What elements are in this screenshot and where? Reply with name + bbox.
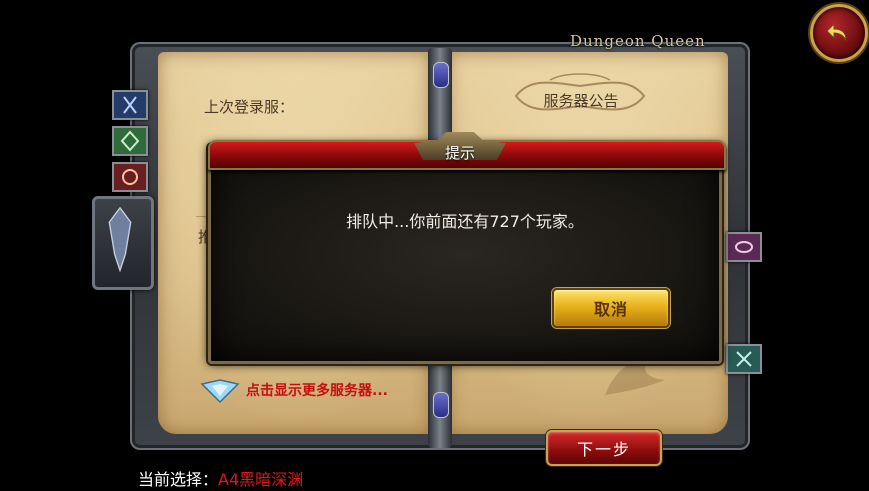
current-selection-label: 当前选择： <box>138 470 219 489</box>
wing-gem-icon <box>200 379 240 404</box>
dialog-title: 提示 <box>444 144 475 162</box>
current-selection-value: A4黑暗深渊 <box>218 470 304 489</box>
bookmark-tab-4[interactable] <box>726 232 762 262</box>
cancel-button[interactable]: 取消 <box>552 288 670 328</box>
bookmark-tab-5[interactable] <box>726 344 762 374</box>
server-notice-title: 服务器公告 <box>543 92 619 110</box>
queue-message: 排队中...你前面还有727个玩家。 <box>346 212 584 231</box>
flame-icon <box>122 169 138 185</box>
spine-gem-icon <box>433 392 449 418</box>
leaf-icon <box>120 130 140 152</box>
bookmark-tab-2[interactable] <box>112 126 148 156</box>
eye-icon <box>735 241 753 253</box>
game-logo: Dungeon Queen <box>570 32 706 50</box>
rune-icon <box>123 96 137 114</box>
back-arrow-icon <box>826 22 847 42</box>
cross-icon <box>736 351 752 367</box>
current-selection: 当前选择：A4黑暗深渊 <box>138 466 303 490</box>
back-button[interactable] <box>810 4 868 62</box>
last-login-label: 上次登录服： <box>204 98 295 116</box>
more-servers-text: 点击显示更多服务器... <box>246 383 388 399</box>
next-step-button[interactable]: 下一步 <box>546 430 662 466</box>
queue-dialog <box>208 144 722 364</box>
side-emblem <box>92 196 154 290</box>
more-servers-link[interactable]: 点击显示更多服务器... <box>200 376 388 404</box>
bookmark-tab-3[interactable] <box>112 162 148 192</box>
spine-gem-icon <box>433 62 449 88</box>
bookmark-tab-1[interactable] <box>112 90 148 120</box>
crest-icon <box>108 206 132 273</box>
